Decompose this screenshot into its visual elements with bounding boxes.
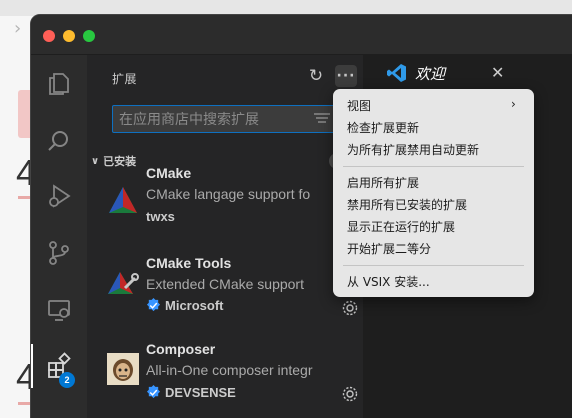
- menu-separator: [343, 265, 524, 266]
- publisher-name: Microsoft: [165, 298, 224, 313]
- close-icon[interactable]: ✕: [491, 63, 504, 82]
- menu-item-install-vsix[interactable]: 从 VSIX 安装...: [347, 273, 430, 290]
- extension-description: CMake langage support fo: [146, 186, 311, 202]
- extension-description: All-in-One composer integr: [146, 362, 313, 378]
- extension-name: CMake: [146, 165, 192, 181]
- publisher-name: twxs: [146, 209, 175, 224]
- activity-bar: 2: [31, 55, 87, 418]
- extension-item[interactable]: Composer All-in-One composer integr DEVS…: [87, 339, 363, 418]
- menu-item-check-updates[interactable]: 检查扩展更新: [347, 119, 419, 136]
- tab-welcome[interactable]: 欢迎 ✕: [373, 55, 513, 91]
- menu-item-disable-auto-update[interactable]: 为所有扩展禁用自动更新: [347, 141, 479, 158]
- chevron-down-icon: ∨: [91, 155, 100, 167]
- installed-header-label: 已安装: [103, 155, 137, 168]
- more-actions-icon[interactable]: ···: [335, 65, 357, 87]
- chevron-right-icon: ›: [511, 97, 516, 111]
- search-icon[interactable]: [31, 117, 87, 165]
- menu-item-show-running[interactable]: 显示正在运行的扩展: [347, 218, 455, 235]
- title-bar: [31, 15, 572, 55]
- extension-publisher: Microsoft: [146, 298, 224, 313]
- extension-item[interactable]: CMake CMake langage support fo twxs: [87, 165, 363, 259]
- verified-publisher-icon: [146, 385, 161, 399]
- menu-separator: [343, 166, 524, 167]
- extension-publisher: twxs: [146, 209, 175, 224]
- cmake-logo: [109, 187, 137, 213]
- cmake-tools-logo: [108, 272, 139, 294]
- close-window-button[interactable]: [43, 30, 55, 42]
- chevron-right-icon: ›: [14, 18, 22, 39]
- zoom-window-button[interactable]: [83, 30, 95, 42]
- extensions-badge: 2: [59, 372, 75, 388]
- extension-description: Extended CMake support: [146, 276, 304, 292]
- installed-section-header[interactable]: ∨ 已安装: [91, 153, 136, 169]
- extension-name: CMake Tools: [146, 255, 232, 271]
- extensions-icon[interactable]: 2: [31, 342, 87, 390]
- menu-item-disable-all[interactable]: 禁用所有已安装的扩展: [347, 196, 467, 213]
- more-actions-menu: 视图 › 检查扩展更新 为所有扩展禁用自动更新 启用所有扩展 禁用所有已安装的扩…: [333, 89, 534, 297]
- sidebar-title: 扩展: [112, 72, 138, 86]
- menu-item-bisect[interactable]: 开始扩展二等分: [347, 240, 431, 257]
- extension-name: Composer: [146, 341, 216, 357]
- menu-item-enable-all[interactable]: 启用所有扩展: [347, 174, 419, 191]
- extension-search-input[interactable]: [119, 110, 299, 130]
- run-debug-icon[interactable]: [31, 172, 87, 220]
- publisher-name: DEVSENSE: [165, 385, 236, 400]
- source-control-icon[interactable]: [31, 229, 87, 277]
- manage-gear-icon[interactable]: [341, 385, 359, 403]
- manage-gear-icon[interactable]: [341, 299, 359, 317]
- extension-item[interactable]: CMake Tools Extended CMake support Micro…: [87, 253, 363, 339]
- refresh-icon[interactable]: ↻: [305, 65, 327, 87]
- menu-item-view[interactable]: 视图: [347, 97, 371, 114]
- vscode-logo-icon: [387, 64, 406, 82]
- verified-publisher-icon: [146, 298, 161, 312]
- remote-explorer-icon[interactable]: [31, 286, 87, 334]
- extension-publisher: DEVSENSE: [146, 385, 236, 400]
- filter-icon[interactable]: [313, 112, 331, 126]
- tab-label: 欢迎: [415, 64, 446, 83]
- explorer-icon[interactable]: [31, 60, 87, 108]
- extensions-sidebar: 扩展 ↻ ··· ∨ 已安装 CMake CMake langage suppo…: [87, 55, 363, 418]
- composer-logo: [107, 353, 139, 385]
- extension-search-box[interactable]: [112, 105, 336, 133]
- minimize-window-button[interactable]: [63, 30, 75, 42]
